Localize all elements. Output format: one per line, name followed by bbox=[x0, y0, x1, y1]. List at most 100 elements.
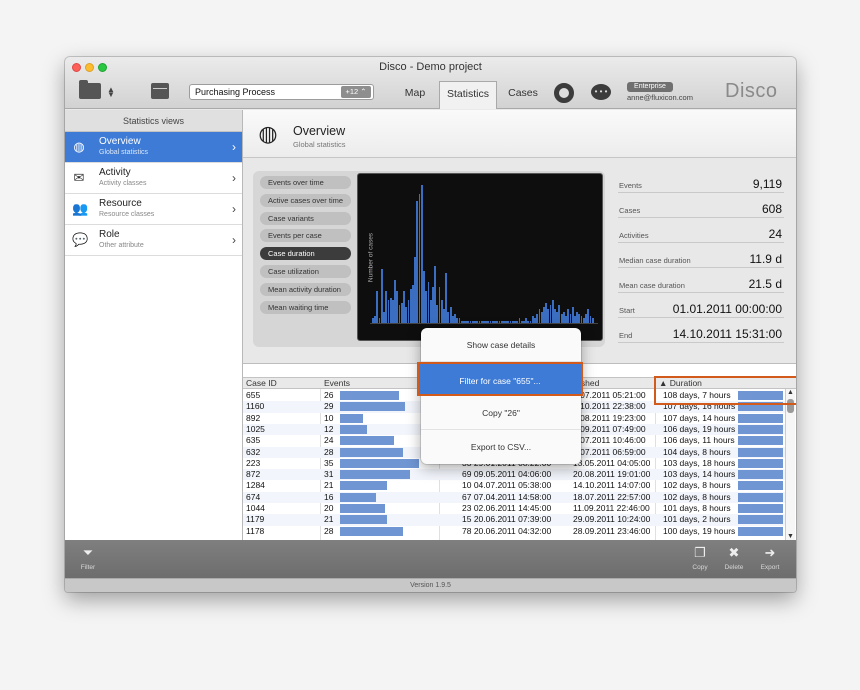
metric-row: Start 01.01.2011 00:00:00 bbox=[618, 293, 784, 318]
folder-icon[interactable] bbox=[79, 80, 101, 99]
sidebar-item-resource[interactable]: 👥 Resource Resource classes › bbox=[65, 194, 242, 225]
column-header-events[interactable]: Events bbox=[321, 378, 350, 389]
cell-events: 28 bbox=[324, 525, 334, 536]
delete-button[interactable]: ✖ Delete bbox=[717, 545, 751, 571]
chart-view-pill[interactable]: Case variants bbox=[260, 211, 351, 225]
chart-view-pill[interactable]: Mean activity duration bbox=[260, 282, 351, 296]
filter-label: Filter bbox=[80, 564, 96, 571]
lifebuoy-icon[interactable] bbox=[554, 83, 574, 103]
export-button[interactable]: ➜ Export bbox=[753, 545, 787, 571]
process-selector[interactable]: Purchasing Process +12 ⌃ bbox=[189, 84, 374, 100]
cell-case-id: 1160 bbox=[246, 401, 265, 412]
chart-view-pill[interactable]: Events over time bbox=[260, 176, 351, 189]
events-bar bbox=[340, 470, 410, 480]
cell-duration: 100 days, 19 hours bbox=[663, 525, 736, 536]
metric-row: End 14.10.2011 15:31:00 bbox=[618, 318, 784, 343]
globe-icon: ◍ bbox=[73, 139, 85, 154]
cell-started: 78 20.06.2011 04:32:00 bbox=[462, 525, 552, 536]
copy-button[interactable]: ❐ Copy bbox=[683, 545, 717, 571]
metric-label: Start bbox=[619, 306, 635, 315]
cell-events: 20 bbox=[324, 503, 334, 513]
duration-bar bbox=[738, 515, 783, 525]
events-bar bbox=[340, 481, 388, 491]
cell-case-id: 632 bbox=[246, 446, 261, 457]
copy-label: Copy bbox=[692, 564, 708, 571]
metric-label: Cases bbox=[619, 206, 641, 215]
cell-started: 23 02.06.2011 14:45:00 bbox=[462, 503, 552, 513]
cell-started: 67 07.04.2011 14:58:00 bbox=[462, 491, 552, 502]
status-bar: Version 1.9.5 bbox=[65, 578, 796, 592]
bottom-toolbar: ⏷ Filter ❐ Copy ✖ Delete ➜ Export bbox=[65, 540, 796, 578]
chart-x-axis bbox=[370, 323, 598, 324]
delete-label: Delete bbox=[724, 564, 744, 571]
metric-row: Activities 24 bbox=[618, 218, 784, 243]
cell-case-id: 1284 bbox=[246, 480, 265, 491]
duration-bar bbox=[738, 481, 783, 491]
column-header-case-id[interactable]: Case ID bbox=[243, 378, 277, 389]
updown-arrows-icon[interactable]: ▲ ▼ bbox=[107, 86, 115, 99]
table-scrollbar[interactable]: ▲ ▼ bbox=[785, 389, 795, 540]
cell-started: 15 20.06.2011 07:39:00 bbox=[462, 514, 552, 525]
archive-icon[interactable] bbox=[151, 83, 169, 99]
statistics-sidebar: Statistics views ◍ Overview Global stati… bbox=[65, 110, 243, 540]
tab-statistics[interactable]: Statistics bbox=[439, 81, 497, 109]
chart-view-pill[interactable]: Active cases over time bbox=[260, 193, 351, 207]
scroll-down-icon[interactable]: ▼ bbox=[787, 533, 794, 540]
chart-view-pill[interactable]: Case duration bbox=[260, 247, 351, 261]
duration-bar bbox=[738, 458, 783, 468]
menu-item-filter-for-case[interactable]: Filter for case "655"... bbox=[417, 362, 583, 396]
chart-view-pill[interactable]: Case utilization bbox=[260, 265, 351, 278]
table-row[interactable]: 1044 20 23 02.06.2011 14:45:00 11.09.2011 2… bbox=[243, 503, 785, 514]
metric-label: End bbox=[619, 331, 633, 340]
cell-finished: 5.08.2011 19:23:00 bbox=[573, 412, 646, 423]
duration-bar bbox=[738, 447, 783, 457]
events-bar bbox=[340, 436, 395, 446]
metric-value: 11.9 d bbox=[749, 252, 782, 266]
metric-row: Median case duration 11.9 d bbox=[618, 243, 784, 268]
process-count-badge[interactable]: +12 ⌃ bbox=[341, 86, 371, 98]
table-row[interactable]: 1178 28 78 20.06.2011 04:32:00 28.09.2011 2… bbox=[243, 526, 785, 537]
table-row[interactable]: 1179 21 15 20.06.2011 07:39:00 29.09.2011 1… bbox=[243, 514, 785, 526]
sidebar-item-activity[interactable]: ✉ Activity Activity classes › bbox=[65, 163, 242, 194]
cell-finished: 3.09.2011 07:49:00 bbox=[573, 423, 646, 434]
cell-duration: 104 days, 8 hours bbox=[663, 446, 731, 457]
metric-row: Events 9,119 bbox=[618, 168, 784, 193]
cell-events: 29 bbox=[324, 401, 334, 412]
envelope-icon: ✉ bbox=[73, 170, 85, 185]
table-row[interactable]: 1284 21 10 04.07.2011 05:38:00 14.10.2011 1… bbox=[243, 480, 785, 491]
menu-item-export-csv[interactable]: Export to CSV... bbox=[421, 430, 581, 464]
chart-view-pill[interactable]: Events per case bbox=[260, 229, 351, 243]
menu-item-show-case-details[interactable]: Show case details bbox=[421, 328, 581, 362]
cell-case-id: 635 bbox=[246, 435, 261, 446]
cell-duration: 106 days, 19 hours bbox=[663, 423, 736, 434]
table-row[interactable]: 674 16 67 07.04.2011 14:58:00 18.07.2011 22… bbox=[243, 491, 785, 503]
cell-case-id: 223 bbox=[246, 457, 261, 468]
sidebar-item-sublabel: Resource classes bbox=[99, 211, 155, 218]
menu-item-copy[interactable]: Copy "26" bbox=[421, 396, 581, 430]
events-bar bbox=[340, 526, 404, 536]
duration-bar bbox=[738, 492, 783, 502]
filter-button[interactable]: ⏷ Filter bbox=[71, 545, 105, 571]
chart-y-label: Number of cases bbox=[367, 232, 375, 283]
tab-cases[interactable]: Cases bbox=[505, 83, 541, 103]
chart-view-pill[interactable]: Mean waiting time bbox=[260, 300, 351, 314]
duration-bar bbox=[738, 504, 783, 513]
chevron-right-icon: › bbox=[232, 233, 236, 247]
cell-duration: 107 days, 14 hours bbox=[663, 412, 736, 423]
sidebar-item-role[interactable]: 💬 Role Other attribute › bbox=[65, 225, 242, 256]
cell-case-id: 1178 bbox=[246, 525, 265, 536]
metric-label: Events bbox=[619, 181, 642, 190]
window-title: Disco - Demo project bbox=[379, 61, 482, 73]
table-row[interactable]: 872 31 69 09.05.2011 04:06:00 20.08.2011 19… bbox=[243, 469, 785, 481]
events-bar bbox=[340, 515, 388, 525]
cell-case-id: 1044 bbox=[246, 503, 265, 513]
metric-label: Activities bbox=[619, 231, 649, 240]
cell-events: 31 bbox=[324, 469, 334, 480]
sidebar-item-overview[interactable]: ◍ Overview Global statistics › bbox=[65, 132, 242, 163]
tab-map[interactable]: Map bbox=[397, 83, 433, 103]
cell-events: 28 bbox=[324, 446, 334, 457]
cell-finished: 5.07.2011 05:21:00 bbox=[573, 390, 646, 400]
chat-bubble-icon[interactable]: • • • bbox=[591, 84, 611, 100]
metric-label: Mean case duration bbox=[619, 281, 685, 290]
cell-finished: 11.09.2011 22:46:00 bbox=[573, 503, 650, 513]
